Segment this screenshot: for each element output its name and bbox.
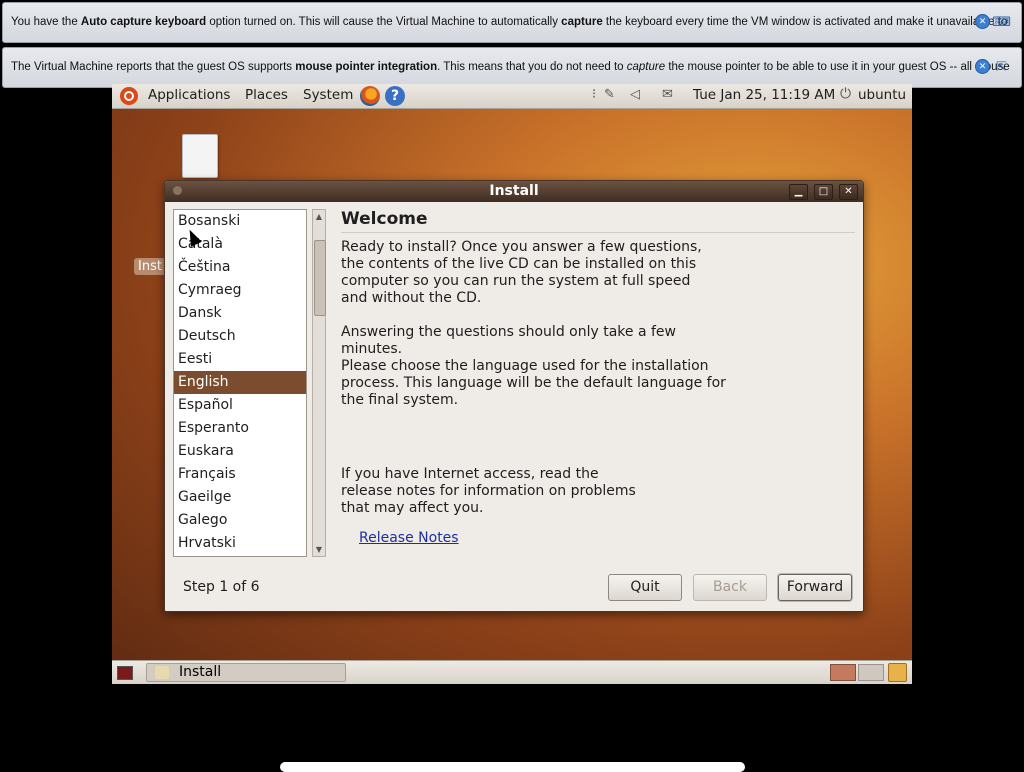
language-item[interactable]: Čeština — [174, 256, 306, 279]
user-menu[interactable]: ubuntu — [858, 87, 906, 103]
notification-text-part: option turned on. This will cause the Vi… — [206, 16, 562, 28]
keyboard-setting-icon[interactable]: ⌨ — [992, 14, 1011, 29]
notification-text-part: The Virtual Machine reports that the gue… — [11, 61, 296, 73]
notification-text-part: the mouse pointer to be able to use it i… — [665, 61, 1010, 73]
notification-bold-text: mouse pointer integration — [295, 61, 438, 73]
volume-icon[interactable]: ◁ — [630, 87, 640, 102]
keyboard-capture-notification: You have the Auto capture keyboard optio… — [2, 2, 1022, 43]
file-icon[interactable] — [182, 134, 218, 178]
notification-bold-text: capture — [561, 16, 603, 28]
vm-toolbar-handle[interactable] — [280, 762, 745, 772]
window-title: Install — [489, 183, 539, 199]
notification-text-part: You have the — [11, 16, 81, 28]
menu-system[interactable]: System — [303, 87, 353, 103]
divider — [341, 232, 855, 233]
notification-text: You have the Auto capture keyboard optio… — [11, 16, 1007, 28]
release-notes-link[interactable]: Release Notes — [359, 530, 459, 546]
mouse-integration-icon[interactable]: ⇱ — [994, 59, 1009, 74]
mail-icon[interactable]: ✉ — [662, 87, 673, 102]
menu-applications[interactable]: Applications — [148, 87, 230, 103]
language-item[interactable]: Gaeilge — [174, 486, 306, 509]
power-icon[interactable]: ⏻ — [840, 86, 851, 102]
installer-icon — [155, 666, 169, 679]
install-window: Install ▁ □ ✕ Bosanski Català Čeština Cymra… — [164, 180, 864, 612]
workspace-2[interactable] — [858, 664, 884, 681]
top-panel: Applications Places System ? ⁝ ✎ ◁ ✉ Tue… — [112, 84, 912, 109]
minimize-icon[interactable]: ▁ — [789, 184, 808, 200]
language-list[interactable]: Bosanski Català Čeština Cymraeg Dansk Deutsch… — [173, 209, 307, 557]
menu-places[interactable]: Places — [245, 87, 288, 103]
notification-text: The Virtual Machine reports that the gue… — [11, 61, 1010, 73]
language-item[interactable]: Español — [174, 394, 306, 417]
bottom-panel: Install — [112, 660, 912, 684]
language-item[interactable]: Galego — [174, 509, 306, 532]
quit-button[interactable]: Quit — [608, 574, 682, 601]
clock[interactable]: Tue Jan 25, 11:19 AM — [693, 87, 835, 103]
language-item[interactable]: Hrvatski — [174, 532, 306, 555]
guest-desktop: Applications Places System ? ⁝ ✎ ◁ ✉ Tue… — [112, 84, 912, 684]
forward-button[interactable]: Forward — [778, 574, 852, 601]
firefox-icon[interactable] — [360, 86, 380, 106]
welcome-content: Welcome — [341, 209, 856, 229]
close-icon[interactable]: ✕ — [839, 184, 858, 200]
taskbar-install-button[interactable]: Install — [146, 663, 346, 682]
back-button[interactable]: Back — [693, 574, 767, 601]
language-instructions: Please choose the language used for the … — [341, 358, 726, 408]
release-notes-text: If you have Internet access, read the re… — [341, 466, 636, 516]
ubuntu-logo-icon[interactable] — [120, 87, 138, 105]
step-indicator: Step 1 of 6 — [183, 579, 260, 595]
scroll-up-icon[interactable]: ▲ — [313, 212, 325, 221]
language-item[interactable]: Français — [174, 463, 306, 486]
mouse-integration-notification: The Virtual Machine reports that the gue… — [2, 47, 1022, 88]
close-notification-icon[interactable]: ✕ — [975, 59, 990, 74]
network-icon[interactable]: ✎ — [604, 87, 615, 102]
close-notification-icon[interactable]: ✕ — [975, 14, 990, 29]
show-desktop-icon[interactable] — [117, 666, 133, 680]
notification-text-part: the keyboard every time the VM window is… — [602, 16, 1008, 28]
desktop-icon-label[interactable]: Inst — [134, 258, 166, 275]
maximize-icon[interactable]: □ — [814, 184, 833, 200]
scroll-down-icon[interactable]: ▼ — [313, 545, 325, 554]
workspace-1[interactable] — [830, 664, 856, 681]
language-item[interactable]: Esperanto — [174, 417, 306, 440]
intro-text: Ready to install? Once you answer a few … — [341, 239, 702, 306]
scroll-thumb[interactable] — [314, 240, 326, 316]
language-item[interactable]: English — [174, 371, 306, 394]
language-scrollbar[interactable]: ▲ ▼ — [312, 209, 326, 557]
taskbar-label: Install — [179, 664, 222, 680]
language-item[interactable]: Cymraeg — [174, 279, 306, 302]
trash-icon[interactable] — [888, 663, 907, 682]
duration-text: Answering the questions should only take… — [341, 324, 676, 357]
page-title: Welcome — [341, 209, 428, 229]
language-item[interactable]: Dansk — [174, 302, 306, 325]
window-titlebar[interactable]: Install ▁ □ ✕ — [165, 181, 863, 202]
language-item[interactable]: Deutsch — [174, 325, 306, 348]
language-item[interactable]: Eesti — [174, 348, 306, 371]
notification-italic-text: capture — [626, 61, 666, 73]
language-item[interactable]: Euskara — [174, 440, 306, 463]
notification-text-part: . This means that you do not need to — [437, 61, 627, 73]
handle-icon: ⁝ — [592, 87, 597, 102]
notification-bold-text: Auto capture keyboard — [80, 16, 207, 28]
help-icon[interactable]: ? — [385, 86, 405, 106]
